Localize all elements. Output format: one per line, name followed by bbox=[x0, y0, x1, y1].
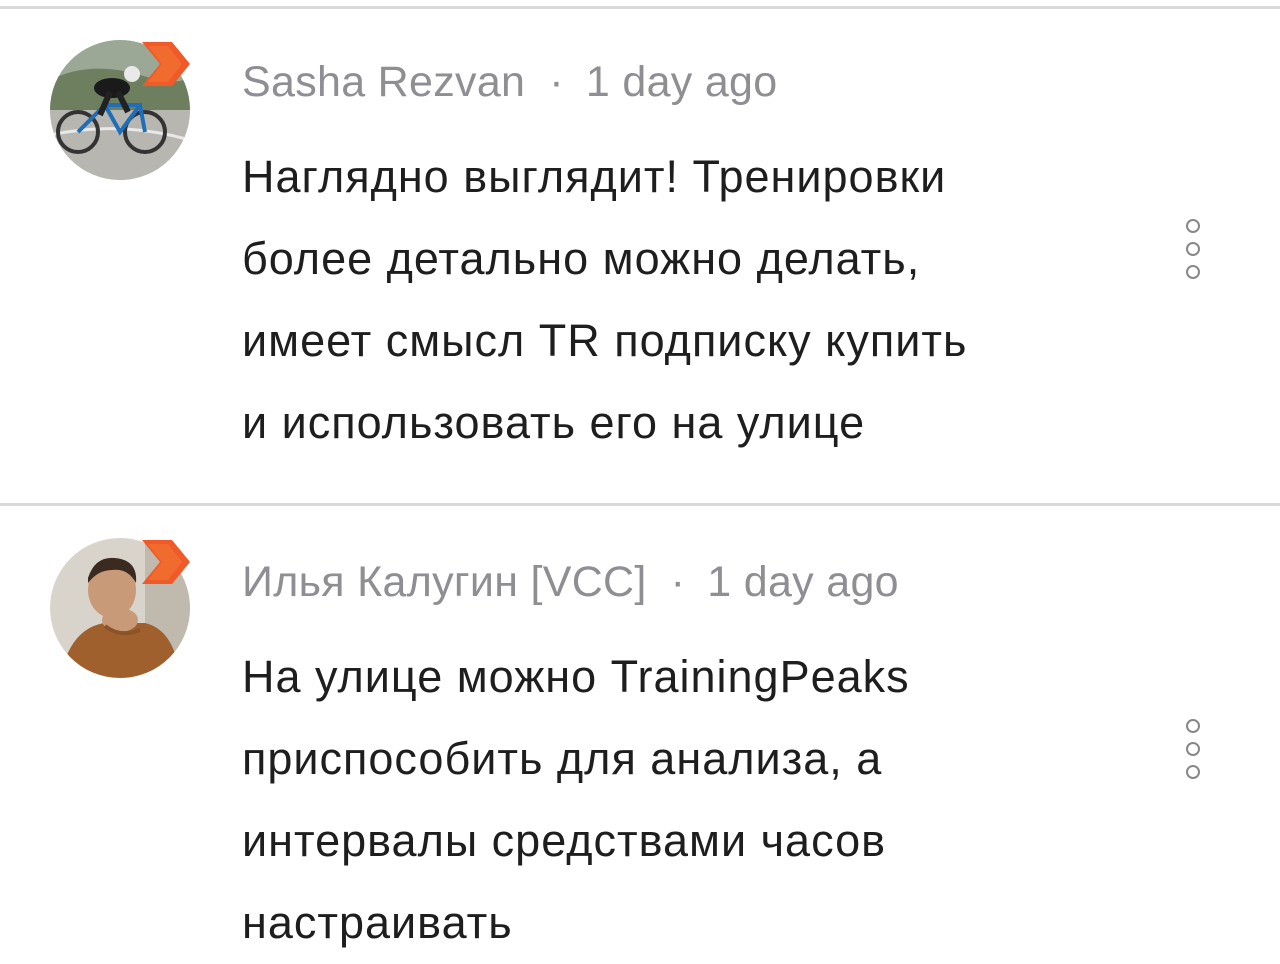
dot-icon bbox=[1186, 265, 1200, 279]
comment-text-line: Наглядно выглядит! Тренировки bbox=[242, 151, 947, 202]
meta-separator: · bbox=[670, 558, 686, 606]
comment-text-line: настраивать bbox=[242, 897, 513, 948]
timestamp[interactable]: 1 day ago bbox=[586, 58, 778, 106]
comment-text-line: более детально можно делать, bbox=[242, 233, 921, 284]
top-divider bbox=[0, 6, 1280, 9]
comment-meta: Sasha Rezvan · 1 day ago bbox=[242, 58, 778, 107]
comment-divider bbox=[0, 503, 1280, 506]
dot-icon bbox=[1186, 242, 1200, 256]
author-name[interactable]: Sasha Rezvan bbox=[242, 58, 525, 106]
comment-text-line: На улице можно TrainingPeaks bbox=[242, 651, 910, 702]
dot-icon bbox=[1186, 742, 1200, 756]
comment-text: Наглядно выглядит! Тренировки более дета… bbox=[242, 136, 1142, 464]
author-name[interactable]: Илья Калугин [VCC] bbox=[242, 558, 647, 606]
avatar-wrapper[interactable] bbox=[50, 538, 190, 678]
comment-text-line: имеет смысл TR подписку купить bbox=[242, 315, 968, 366]
meta-separator: · bbox=[549, 58, 564, 106]
avatar-wrapper[interactable] bbox=[50, 40, 190, 180]
dot-icon bbox=[1186, 219, 1200, 233]
dot-icon bbox=[1186, 719, 1200, 733]
more-options-icon[interactable] bbox=[1179, 219, 1207, 291]
comment-text-line: и использовать его на улице bbox=[242, 397, 866, 448]
chevron-badge-icon bbox=[142, 540, 190, 584]
comment-text-line: приспособить для анализа, а bbox=[242, 733, 883, 784]
chevron-badge-icon bbox=[142, 42, 190, 86]
comment-text-line: интервалы средствами часов bbox=[242, 815, 887, 866]
dot-icon bbox=[1186, 765, 1200, 779]
timestamp[interactable]: 1 day ago bbox=[707, 558, 899, 606]
comment-text: На улице можно TrainingPeaks приспособит… bbox=[242, 636, 1142, 964]
comment-meta: Илья Калугин [VCC] · 1 day ago bbox=[242, 558, 899, 607]
more-options-icon[interactable] bbox=[1179, 719, 1207, 791]
